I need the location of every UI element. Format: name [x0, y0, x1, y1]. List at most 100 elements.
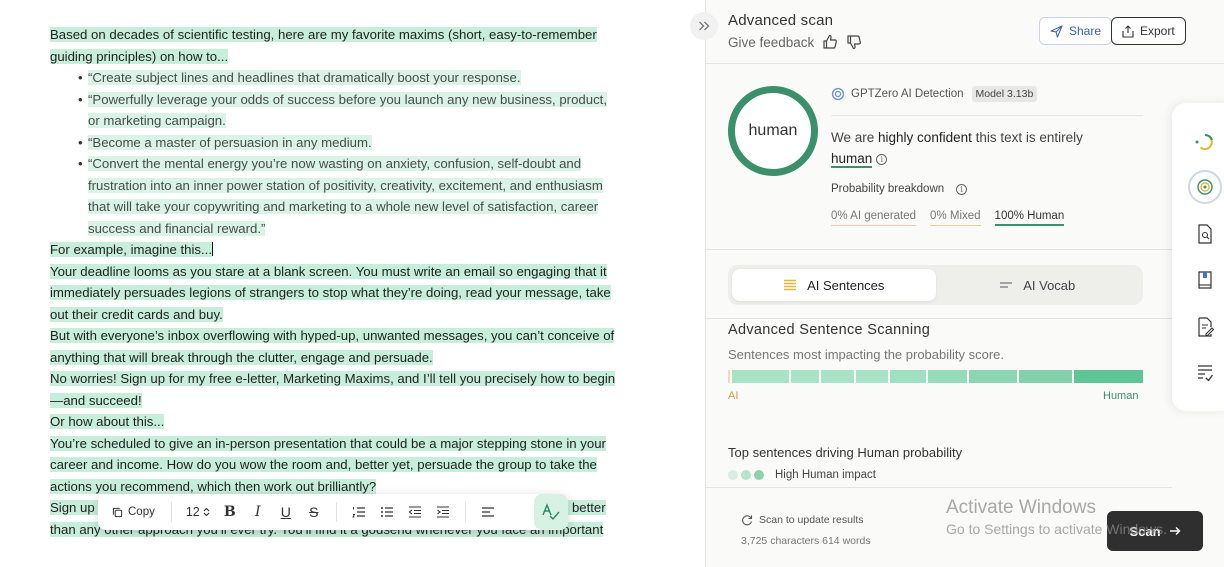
spectrum-segment[interactable] [728, 370, 731, 383]
scan-footer: Scan to update results 3,725 characters … [706, 487, 1172, 567]
document-body[interactable]: Based on decades of scientific testing, … [50, 24, 620, 540]
maxims-list: “Create subject lines and headlines that… [50, 67, 620, 239]
divider [706, 63, 1224, 64]
rail-item-score[interactable] [1194, 131, 1216, 153]
spellcheck-button[interactable] [534, 494, 568, 530]
vocab-icon [1000, 282, 1013, 288]
analysis-tabs: AI Sentences AI Vocab [728, 265, 1143, 305]
info-icon[interactable]: i [956, 183, 968, 195]
detector-row: GPTZero AI Detection Model 3.13b [831, 86, 1038, 102]
strikethrough-button[interactable]: S [302, 499, 326, 525]
text-caret [211, 242, 213, 256]
paragraph-presentation: You’re scheduled to give an in-person pr… [50, 435, 606, 494]
edit-document-icon [1198, 317, 1214, 337]
sentences-icon [784, 279, 797, 291]
list-item: “Create subject lines and headlines that… [78, 67, 620, 89]
rail-item-scan[interactable] [1194, 176, 1216, 198]
spectrum-segment[interactable] [928, 370, 967, 383]
spectrum-segment[interactable] [732, 370, 789, 383]
list-item: “Convert the mental energy you’re now wa… [78, 153, 620, 239]
result-ring: human [728, 86, 818, 176]
thumbs-up-icon[interactable] [822, 34, 838, 50]
impact-dot-low [728, 470, 738, 480]
send-icon [1050, 24, 1063, 38]
spectrum-ai-label: AI [728, 390, 739, 402]
share-button[interactable]: Share [1039, 17, 1113, 45]
model-badge: Model 3.13b [971, 86, 1038, 102]
panel-title: Advanced scan [728, 12, 834, 29]
verdict-result: human [831, 151, 873, 168]
section-title: Advanced Sentence Scanning [728, 322, 931, 338]
feedback-row: Give feedback [728, 34, 862, 50]
align-left-icon [481, 507, 494, 517]
updown-icon [203, 507, 210, 517]
list-item: “Powerfully leverage your odds of succes… [78, 89, 620, 132]
divider [831, 115, 1143, 116]
scan-update-hint: Scan to update results [741, 514, 863, 526]
bold-button[interactable]: B [218, 499, 242, 525]
spectrum-segment[interactable] [1019, 370, 1073, 383]
paragraph-inbox: But with everyone’s inbox overflowing wi… [50, 328, 615, 365]
paragraph-how: Or how about this... [50, 414, 165, 429]
spectrum-segment[interactable] [889, 370, 927, 383]
export-button[interactable]: Export [1111, 17, 1186, 45]
paragraph-example: For example, imagine this... [50, 242, 213, 257]
copy-icon [112, 507, 123, 517]
copy-button[interactable]: Copy [106, 499, 161, 525]
gptzero-logo-icon [831, 87, 845, 101]
prob-human: 100% Human [994, 210, 1065, 226]
numbered-list-icon [351, 507, 365, 518]
spectrum-segment[interactable] [821, 370, 854, 383]
outdent-button[interactable] [403, 499, 427, 525]
bullet-list-button[interactable] [375, 499, 399, 525]
align-left-button[interactable] [476, 499, 500, 525]
refresh-icon [742, 515, 753, 526]
impact-dot-high [754, 470, 764, 480]
numbered-list-button[interactable] [347, 499, 371, 525]
divider [706, 318, 1172, 319]
bullet-list-icon [380, 507, 393, 517]
rail-item-document-search[interactable] [1194, 223, 1216, 245]
scan-target-icon [1197, 179, 1213, 195]
probability-breakdown: 0% AI generated 0% Mixed 100% Human [831, 210, 1065, 226]
impact-dot-mid [741, 470, 751, 480]
paragraph-deadline: Your deadline looms as you stare at a bl… [50, 263, 611, 322]
spellcheck-icon [542, 503, 560, 521]
impact-legend: High Human impact [728, 469, 876, 481]
spectrum-human-label: Human [1103, 390, 1139, 402]
tab-ai-vocab[interactable]: AI Vocab [936, 269, 1140, 301]
rail-item-book[interactable] [1194, 269, 1216, 291]
scan-button[interactable]: Scan [1107, 511, 1203, 551]
spectrum-segment[interactable] [790, 370, 820, 383]
document-search-icon [1198, 224, 1212, 244]
double-chevron-right-icon [699, 21, 710, 31]
text-editor[interactable]: Based on decades of scientific testing, … [0, 0, 705, 567]
font-size-select[interactable]: 12 [182, 499, 214, 525]
indent-icon [436, 506, 449, 518]
collapse-panel-button[interactable] [690, 12, 718, 40]
score-ring-icon [1195, 134, 1213, 150]
paragraph-worries: No worries! Sign up for my free e-letter… [50, 371, 616, 408]
book-icon [1198, 271, 1212, 289]
thumbs-down-icon[interactable] [846, 34, 862, 50]
italic-button[interactable]: I [246, 499, 270, 525]
underline-button[interactable]: U [274, 499, 298, 525]
spectrum-segment[interactable] [968, 370, 1018, 383]
sentence-spectrum-bar[interactable] [728, 370, 1143, 383]
paragraph-intro: Based on decades of scientific testing, … [50, 27, 597, 64]
side-tool-rail [1172, 103, 1224, 411]
section-subtitle: Sentences most impacting the probability… [728, 347, 1005, 362]
rail-item-checklist[interactable] [1194, 363, 1216, 385]
prob-mixed: 0% Mixed [930, 210, 981, 226]
divider [335, 502, 337, 522]
indent-button[interactable] [431, 499, 455, 525]
spectrum-segment[interactable] [855, 370, 888, 383]
rail-item-edit-document[interactable] [1194, 316, 1216, 338]
info-icon[interactable]: i [876, 154, 888, 165]
arrow-right-icon [1169, 527, 1181, 535]
tab-ai-sentences[interactable]: AI Sentences [732, 269, 936, 301]
outdent-icon [408, 506, 421, 518]
format-toolbar: Copy 12 B I U S [98, 494, 568, 530]
spectrum-segment[interactable] [1074, 370, 1143, 383]
verdict-text: We are highly confident this text is ent… [831, 130, 1083, 168]
